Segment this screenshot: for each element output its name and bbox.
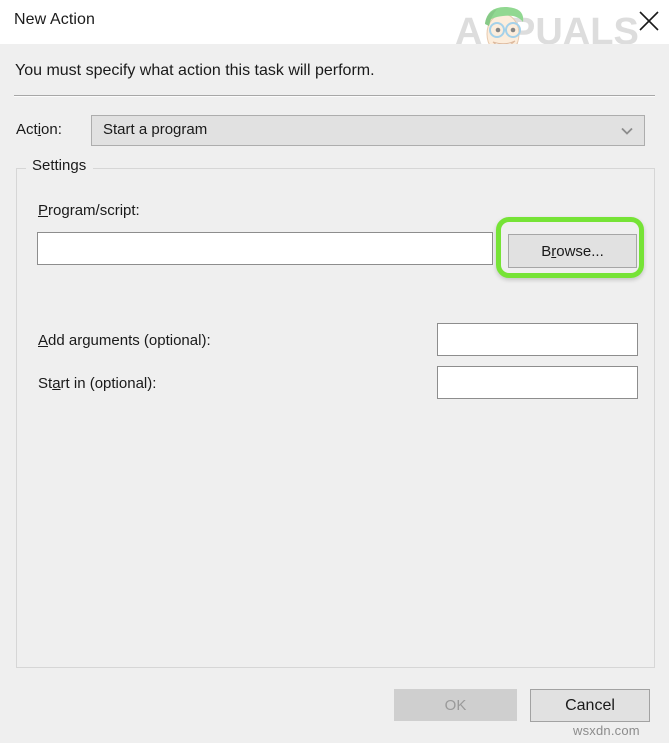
program-script-label-suffix: rogram/script: <box>48 202 140 219</box>
program-script-label: Program/script: <box>38 202 140 219</box>
action-dropdown-value: Start a program <box>103 121 207 138</box>
header-divider <box>14 95 655 97</box>
start-in-label-accelerator: a <box>52 375 60 392</box>
title-bar: New Action <box>0 0 669 44</box>
program-script-input[interactable] <box>37 232 493 265</box>
close-icon[interactable] <box>634 6 664 36</box>
settings-group-label: Settings <box>26 157 93 174</box>
program-script-label-accelerator: P <box>38 202 48 219</box>
dialog-description: You must specify what action this task w… <box>15 62 375 80</box>
add-arguments-input[interactable] <box>437 323 638 356</box>
action-label-prefix: Act <box>16 121 38 138</box>
browse-label-prefix: B <box>541 243 551 260</box>
site-watermark: wsxdn.com <box>573 723 640 738</box>
chevron-down-icon <box>621 127 633 135</box>
ok-button: OK <box>394 689 517 721</box>
window-title: New Action <box>14 11 95 29</box>
dialog-body: You must specify what action this task w… <box>0 44 669 743</box>
browse-label-suffix: owse... <box>556 243 604 260</box>
action-label-suffix: on: <box>41 121 62 138</box>
browse-button[interactable]: Browse... <box>508 234 637 268</box>
cancel-button[interactable]: Cancel <box>530 689 650 722</box>
start-in-input[interactable] <box>437 366 638 399</box>
action-label: Action: <box>16 121 62 138</box>
add-arguments-label-suffix: dd arguments (optional): <box>48 332 211 349</box>
add-arguments-label-accelerator: A <box>38 332 48 349</box>
action-dropdown[interactable]: Start a program <box>91 115 645 146</box>
start-in-label: Start in (optional): <box>38 375 156 392</box>
add-arguments-label: Add arguments (optional): <box>38 332 211 349</box>
start-in-label-prefix: St <box>38 375 52 392</box>
start-in-label-suffix: rt in (optional): <box>61 375 157 392</box>
